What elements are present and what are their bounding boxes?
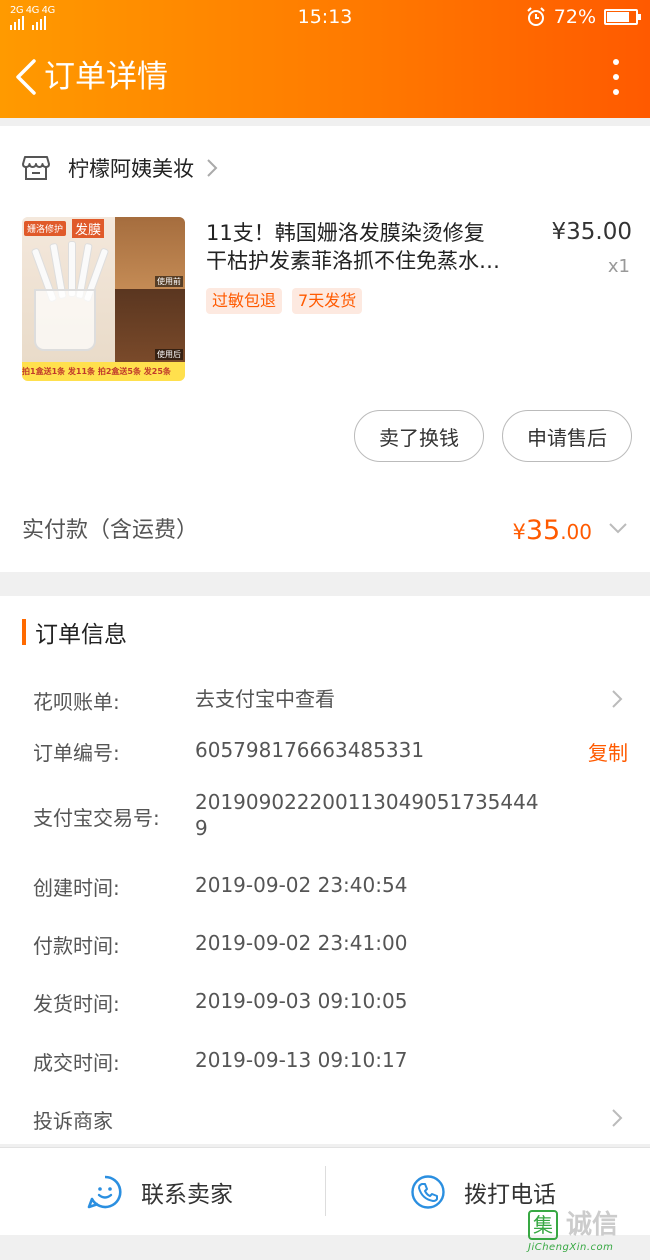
phone-icon xyxy=(411,1175,445,1209)
copy-button[interactable]: 复制 xyxy=(588,737,628,766)
image-brand-tag: 姗洛修护 xyxy=(24,221,67,236)
product-tags: 过敏包退 7天发货 xyxy=(206,288,363,314)
complaint-label: 投诉商家 xyxy=(33,1109,113,1133)
payment-row[interactable]: 实付款（含运费） ¥35.00 xyxy=(22,513,632,549)
status-right: 72% xyxy=(526,6,641,28)
payment-amount-integer: 35 xyxy=(525,515,561,546)
bottom-divider xyxy=(325,1166,326,1216)
order-info-heading: 订单信息 xyxy=(22,618,127,648)
created-time-value: 2019-09-02 23:40:54 xyxy=(195,873,408,897)
payment-amount: ¥35.00 xyxy=(512,513,592,552)
huabei-label: 花呗账单: xyxy=(33,690,120,714)
product-quantity: x1 xyxy=(607,256,630,277)
payment-amount-decimal: .00 xyxy=(560,520,592,544)
created-time-row: 创建时间: 2019-09-02 23:40:54 xyxy=(33,872,633,902)
watermark-logo: 集 xyxy=(528,1210,558,1240)
created-time-label: 创建时间: xyxy=(33,876,120,900)
image-product-tag: 发膜 xyxy=(72,219,105,238)
promo-strip: 拍1盒送1条 发11条 拍2盒送5条 发25条 xyxy=(22,362,185,381)
complaint-row[interactable]: 投诉商家 xyxy=(33,1105,633,1135)
tag-shipping-days: 7天发货 xyxy=(292,288,363,314)
huabei-row[interactable]: 花呗账单: 去支付宝中查看 xyxy=(33,686,633,716)
battery-percent: 72% xyxy=(553,6,596,28)
chevron-right-icon xyxy=(612,1109,623,1127)
chat-face-icon xyxy=(87,1175,122,1209)
payment-currency: ¥ xyxy=(512,520,526,544)
chevron-down-icon[interactable] xyxy=(608,521,628,535)
section-accent-bar xyxy=(22,619,26,645)
after-caption: 使用后 xyxy=(155,349,183,360)
product-image[interactable]: 姗洛修护 发膜 使用前 使用后 拍1盒送1条 发11条 拍2盒送5条 发25条 xyxy=(22,217,185,381)
more-menu-icon[interactable] xyxy=(612,59,620,95)
paid-time-row: 付款时间: 2019-09-02 23:41:00 xyxy=(33,930,633,960)
chevron-right-icon xyxy=(612,690,623,708)
after-sale-button[interactable]: 申请售后 xyxy=(502,410,632,462)
after-photo: 使用后 xyxy=(115,289,185,362)
paid-time-value: 2019-09-02 23:41:00 xyxy=(195,931,408,955)
alipay-trade-value: 2019090222001130490517354449 xyxy=(195,790,539,840)
order-number-value: 605798176663485331 xyxy=(195,738,425,762)
product-title-line-2: 干枯护发素菲洛抓不住免蒸水… xyxy=(206,249,500,273)
order-number-label: 订单编号: xyxy=(33,741,120,765)
before-caption: 使用前 xyxy=(155,276,183,287)
order-actions: 卖了换钱 申请售后 xyxy=(354,410,632,462)
completed-time-label: 成交时间: xyxy=(33,1051,120,1075)
watermark: 集 诚信 JiChengXin.com xyxy=(526,1208,644,1258)
payment-label: 实付款（含运费） xyxy=(22,518,199,543)
contact-seller-label: 联系卖家 xyxy=(141,1182,233,1208)
back-arrow-icon[interactable] xyxy=(12,58,40,96)
status-bar: 2G 4G 4G 15:13 72% xyxy=(0,0,650,36)
shop-row[interactable]: 柠檬阿姨美妆 xyxy=(22,148,218,188)
watermark-url: JiChengXin.com xyxy=(528,1242,614,1253)
battery-icon xyxy=(604,9,641,25)
glass-cup xyxy=(34,289,96,351)
product-title-line-1: 11支！韩国姗洛发膜染烫修复 xyxy=(206,221,485,245)
completed-time-value: 2019-09-13 09:10:17 xyxy=(195,1048,408,1072)
app-header: 2G 4G 4G 15:13 72% 订单详情 xyxy=(0,0,650,118)
shipped-time-label: 发货时间: xyxy=(33,992,120,1016)
order-info-title: 订单信息 xyxy=(35,622,127,648)
before-photo: 使用前 xyxy=(115,217,185,289)
chevron-right-icon xyxy=(207,159,218,177)
paid-time-label: 付款时间: xyxy=(33,934,120,958)
tag-allergy-refund: 过敏包退 xyxy=(206,288,283,314)
call-label: 拨打电话 xyxy=(464,1182,556,1208)
shop-name: 柠檬阿姨美妆 xyxy=(68,157,194,181)
product-title[interactable]: 11支！韩国姗洛发膜染烫修复 干枯护发素菲洛抓不住免蒸水… xyxy=(206,219,532,275)
nav-bar: 订单详情 xyxy=(0,52,650,102)
sell-button[interactable]: 卖了换钱 xyxy=(354,410,484,462)
store-icon xyxy=(22,156,50,180)
alarm-clock-icon xyxy=(527,7,545,26)
page-title: 订单详情 xyxy=(44,59,168,95)
shipped-time-row: 发货时间: 2019-09-03 09:10:05 xyxy=(33,988,633,1018)
alipay-trade-label: 支付宝交易号: xyxy=(33,806,160,830)
watermark-text: 诚信 xyxy=(566,1210,619,1240)
completed-time-row: 成交时间: 2019-09-13 09:10:17 xyxy=(33,1047,633,1077)
product-price: ¥35.00 xyxy=(551,219,632,245)
contact-seller-button[interactable]: 联系卖家 xyxy=(87,1148,233,1236)
order-product-card: 柠檬阿姨美妆 姗洛修护 发膜 使用前 使用后 拍1盒送1条 发11条 拍2盒送5… xyxy=(0,126,650,572)
order-info-card: 订单信息 花呗账单: 去支付宝中查看 订单编号: 605798176663485… xyxy=(0,596,650,1144)
product-photo: 姗洛修护 发膜 xyxy=(22,217,115,362)
shipped-time-value: 2019-09-03 09:10:05 xyxy=(195,989,408,1013)
alipay-trade-row: 支付宝交易号: 2019090222001130490517354449 xyxy=(33,789,633,845)
order-number-row: 订单编号: 605798176663485331 复制 xyxy=(33,737,633,767)
huabei-value: 去支付宝中查看 xyxy=(195,687,335,711)
